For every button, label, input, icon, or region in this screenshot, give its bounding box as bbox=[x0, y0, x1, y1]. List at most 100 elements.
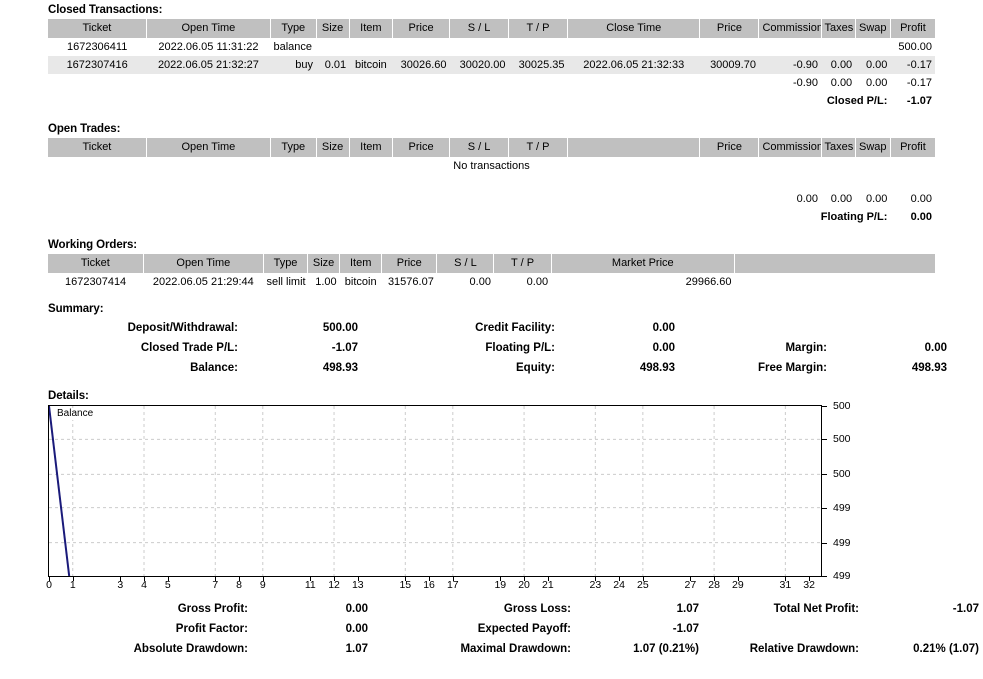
cell-price bbox=[393, 38, 450, 56]
col-open-time[interactable]: Open Time bbox=[146, 19, 272, 38]
chart-x-tick bbox=[524, 577, 526, 581]
col-taxes[interactable]: Taxes bbox=[821, 138, 856, 157]
statistics-table: Gross Profit: 0.00 Gross Loss: 1.07 Tota… bbox=[48, 599, 983, 659]
col-swap[interactable]: Swap bbox=[855, 19, 891, 38]
chart-y-tick-label: 499 bbox=[833, 536, 851, 549]
chart-x-tick bbox=[714, 577, 716, 581]
summary-title: Summary: bbox=[48, 303, 104, 315]
floating-pl-value: 0.00 bbox=[910, 210, 932, 223]
chart-legend-balance: Balance bbox=[55, 408, 96, 420]
col-item[interactable]: Item bbox=[349, 138, 394, 157]
chart-svg bbox=[49, 406, 821, 576]
col-price[interactable]: Price bbox=[392, 19, 451, 38]
cell-size: 1.00 bbox=[315, 275, 337, 288]
summary-label-closed-trade-pl: Closed Trade P/L: bbox=[140, 341, 238, 354]
col-take-profit[interactable]: T / P bbox=[493, 254, 552, 273]
totals-profit: -0.17 bbox=[906, 76, 932, 89]
col-ticket[interactable]: Ticket bbox=[48, 138, 147, 157]
table-row: 1672306411 2022.06.05 11:31:22 balance 5… bbox=[48, 38, 935, 56]
col-type[interactable]: Type bbox=[270, 138, 317, 157]
stat-label-absolute-drawdown: Absolute Drawdown: bbox=[133, 642, 248, 655]
col-taxes[interactable]: Taxes bbox=[821, 19, 856, 38]
col-item[interactable]: Item bbox=[339, 254, 383, 273]
cell-take-profit bbox=[509, 38, 568, 56]
summary-value-balance: 498.93 bbox=[322, 361, 358, 374]
col-stop-loss[interactable]: S / L bbox=[449, 19, 510, 38]
chart-x-tick bbox=[405, 577, 407, 581]
col-close-price[interactable]: Price bbox=[699, 19, 760, 38]
chart-x-tick bbox=[262, 577, 264, 581]
stat-label-expected-payoff: Expected Payoff: bbox=[477, 622, 571, 635]
stat-value-total-net-profit: -1.07 bbox=[952, 602, 979, 615]
col-take-profit[interactable]: T / P bbox=[508, 138, 568, 157]
cell-open-time: 2022.06.05 21:29:44 bbox=[152, 275, 254, 288]
col-commission[interactable]: Commission bbox=[758, 19, 822, 38]
chart-x-tick bbox=[737, 577, 739, 581]
col-market-price[interactable]: Market Price bbox=[551, 254, 735, 273]
totals-swap: 0.00 bbox=[865, 76, 888, 89]
table-spacer-row bbox=[48, 175, 935, 190]
chart-y-tick-label: 500 bbox=[833, 400, 851, 412]
col-close-time[interactable]: Close Time bbox=[567, 19, 701, 38]
col-swap[interactable]: Swap bbox=[855, 138, 891, 157]
cell-type: buy bbox=[270, 56, 317, 74]
col-stop-loss[interactable]: S / L bbox=[449, 138, 510, 157]
col-price[interactable]: Price bbox=[381, 254, 438, 273]
summary-value-blank-1 bbox=[827, 318, 947, 338]
open-trades-title: Open Trades: bbox=[48, 123, 121, 135]
stat-value-expected-payoff: -1.07 bbox=[672, 622, 699, 635]
stat-label-maximal-drawdown: Maximal Drawdown: bbox=[460, 642, 571, 655]
table-row: 1672307416 2022.06.05 21:32:27 buy 0.01 … bbox=[48, 56, 935, 74]
col-close-price[interactable]: Price bbox=[699, 138, 760, 157]
summary-value-free-margin: 498.93 bbox=[911, 361, 947, 374]
chart-y-axis-labels: 500 500 500 499 499 499 bbox=[827, 400, 887, 582]
chart-x-tick bbox=[500, 577, 502, 581]
chart-x-tick bbox=[310, 577, 312, 581]
col-open-time[interactable]: Open Time bbox=[143, 254, 264, 273]
statistics-row: Profit Factor: 0.00 Expected Payoff: -1.… bbox=[48, 619, 983, 639]
col-type[interactable]: Type bbox=[263, 254, 309, 273]
col-padding[interactable] bbox=[734, 254, 935, 273]
chart-x-tick bbox=[72, 577, 74, 581]
table-header-row: Ticket Open Time Type Size Item Price S … bbox=[48, 19, 935, 38]
col-size[interactable]: Size bbox=[316, 138, 350, 157]
stat-value-gross-loss: 1.07 bbox=[676, 602, 699, 615]
col-open-time[interactable]: Open Time bbox=[146, 138, 272, 157]
closed-pl-row: Closed P/L: -1.07 bbox=[48, 92, 935, 110]
table-totals-row: -0.90 0.00 0.00 -0.17 bbox=[48, 74, 935, 92]
col-empty[interactable] bbox=[567, 138, 701, 157]
summary-label-blank-1 bbox=[687, 318, 827, 338]
trade-report-page: Closed Transactions: Ticket Open Time Ty… bbox=[0, 0, 983, 679]
chart-plot-area: Balance bbox=[48, 405, 822, 577]
chart-y-tick bbox=[822, 406, 827, 407]
closed-pl-value: -1.07 bbox=[906, 94, 932, 107]
col-commission[interactable]: Commission bbox=[758, 138, 822, 157]
stat-value-absolute-drawdown: 1.07 bbox=[345, 642, 368, 655]
cell-close-price bbox=[700, 38, 759, 56]
cell-ticket: 1672307416 bbox=[48, 56, 147, 74]
cell-type: balance bbox=[273, 40, 313, 53]
col-profit[interactable]: Profit bbox=[890, 19, 935, 38]
col-type[interactable]: Type bbox=[270, 19, 317, 38]
cell-take-profit: 0.00 bbox=[526, 275, 549, 288]
col-stop-loss[interactable]: S / L bbox=[436, 254, 495, 273]
details-title: Details: bbox=[48, 390, 89, 402]
col-price[interactable]: Price bbox=[392, 138, 451, 157]
col-item[interactable]: Item bbox=[349, 19, 394, 38]
totals-commission: 0.00 bbox=[796, 192, 819, 205]
totals-taxes: 0.00 bbox=[830, 76, 853, 89]
col-profit[interactable]: Profit bbox=[890, 138, 935, 157]
totals-swap: 0.00 bbox=[865, 192, 888, 205]
col-size[interactable]: Size bbox=[316, 19, 350, 38]
summary-label-deposit-withdrawal: Deposit/Withdrawal: bbox=[127, 321, 238, 334]
chart-y-tick bbox=[822, 576, 827, 577]
col-size[interactable]: Size bbox=[307, 254, 341, 273]
col-ticket[interactable]: Ticket bbox=[48, 19, 147, 38]
closed-transactions-title: Closed Transactions: bbox=[48, 4, 163, 16]
stat-value-profit-factor: 0.00 bbox=[345, 622, 368, 635]
col-take-profit[interactable]: T / P bbox=[508, 19, 568, 38]
col-ticket[interactable]: Ticket bbox=[48, 254, 144, 273]
cell-profit: 500.00 bbox=[898, 40, 932, 53]
stat-label-profit-factor: Profit Factor: bbox=[175, 622, 248, 635]
open-trades-table: Ticket Open Time Type Size Item Price S … bbox=[48, 138, 935, 226]
